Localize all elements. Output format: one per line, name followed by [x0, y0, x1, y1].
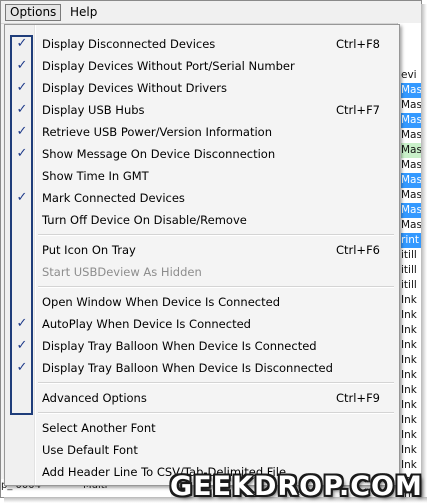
list-item: Ink — [401, 354, 417, 366]
list-item: Ink — [401, 339, 417, 351]
list-item: Ink — [401, 444, 417, 456]
menu-item-display-tray-balloon-when-device-is-connected[interactable]: ✓ Display Tray Balloon When Device Is Con… — [7, 335, 397, 357]
list-item: itill — [401, 249, 417, 261]
menu-item-display-disconnected-devices[interactable]: ✓ Display Disconnected Devices Ctrl+F8 — [7, 33, 397, 55]
menu-item-label: Select Another Font — [42, 421, 156, 435]
list-item: Mas — [401, 113, 421, 128]
checkmark-icon — [15, 441, 29, 458]
menu-item-label: Use Default Font — [42, 443, 138, 457]
menu-item-label: Retrieve USB Power/Version Information — [42, 125, 273, 139]
menu-item-turn-off-device-on-disable-remove[interactable]: Turn Off Device On Disable/Remove — [7, 209, 397, 231]
app-window: Options Help evi Mas Mas Mas Mas Mas Mas Mas Mas… — [0, 0, 422, 498]
list-item: rint — [401, 233, 421, 248]
menu-item-display-devices-without-port-serial-number[interactable]: ✓ Display Devices Without Port/Serial Num… — [7, 55, 397, 77]
menu-options[interactable]: Options — [5, 4, 62, 21]
checkmark-icon — [15, 241, 29, 258]
screenshot-shadow — [421, 4, 427, 503]
menu-item-label: Start USBDeview As Hidden — [42, 265, 202, 279]
menu-item-shortcut: Ctrl+F8 — [335, 37, 380, 51]
checkmark-icon: ✓ — [16, 146, 28, 161]
watermark-text: GEEKDROP.COM — [170, 471, 423, 502]
list-item: itill — [401, 279, 417, 291]
list-item: Ink — [401, 429, 417, 441]
menu-item-select-another-font[interactable]: Select Another Font — [7, 417, 397, 439]
menu-item-label: Mark Connected Devices — [42, 191, 185, 205]
checkmark-icon — [15, 293, 29, 310]
menu-separator — [38, 286, 394, 288]
menu-item-label: Display USB Hubs — [42, 103, 145, 117]
menu-item-shortcut: Ctrl+F9 — [335, 391, 380, 405]
menu-item-label: Turn Off Device On Disable/Remove — [42, 213, 247, 227]
menu-item-label: Display Devices Without Port/Serial Numb… — [42, 59, 295, 73]
menu-item-display-usb-hubs[interactable]: ✓ Display USB Hubs Ctrl+F7 — [7, 99, 397, 121]
list-item: Ink — [401, 399, 417, 411]
list-item: Ink — [401, 324, 417, 336]
checkmark-icon — [15, 211, 29, 228]
list-item: Mas — [401, 189, 422, 201]
list-item: Ink — [401, 369, 417, 381]
menu-item-label: Display Devices Without Drivers — [42, 81, 227, 95]
menu-item-shortcut: Ctrl+F7 — [335, 103, 380, 117]
menu-item-show-message-on-device-disconnection[interactable]: ✓ Show Message On Device Disconnection — [7, 143, 397, 165]
checkmark-icon — [15, 389, 29, 406]
checkmark-icon: ✓ — [16, 124, 28, 139]
menu-item-display-devices-without-drivers[interactable]: ✓ Display Devices Without Drivers — [7, 77, 397, 99]
list-item: Mas — [401, 203, 421, 218]
list-item: Ink — [401, 414, 417, 426]
checkmark-icon: ✓ — [16, 190, 28, 205]
list-item: Ink — [401, 294, 417, 306]
list-item: Mas — [401, 159, 422, 171]
menu-item-label: AutoPlay When Device Is Connected — [42, 317, 251, 331]
list-item: Mas — [401, 143, 421, 158]
geekdrop-watermark: GEEKDROP.COM — [170, 471, 423, 503]
menu-bar: Options Help — [1, 1, 421, 24]
list-item: Ink — [401, 384, 417, 396]
menu-item-retrieve-usb-power-version-information[interactable]: ✓ Retrieve USB Power/Version Information — [7, 121, 397, 143]
list-item: Ink — [401, 309, 417, 321]
menu-item-label: Show Message On Device Disconnection — [42, 147, 276, 161]
checkmark-icon: ✓ — [16, 360, 28, 375]
menu-item-shortcut: Ctrl+F6 — [335, 243, 380, 257]
checkmark-icon — [15, 263, 29, 280]
menu-item-autoplay-when-device-is-connected[interactable]: ✓ AutoPlay When Device Is Connected — [7, 313, 397, 335]
menu-item-advanced-options[interactable]: Advanced Options Ctrl+F9 — [7, 387, 397, 409]
menu-item-label: Advanced Options — [42, 391, 147, 405]
checkmark-icon: ✓ — [16, 58, 28, 73]
checkmark-icon: ✓ — [16, 102, 28, 117]
menu-item-label: Put Icon On Tray — [42, 243, 136, 257]
menu-item-display-tray-balloon-when-device-is-disconnected[interactable]: ✓ Display Tray Balloon When Device Is Dis… — [7, 357, 397, 379]
list-item: itill — [401, 264, 417, 276]
menu-item-label: Open Window When Device Is Connected — [42, 295, 280, 309]
menu-item-put-icon-on-tray[interactable]: Put Icon On Tray Ctrl+F6 — [7, 239, 397, 261]
list-item: Mas — [401, 83, 421, 98]
menu-item-label: Display Tray Balloon When Device Is Conn… — [42, 339, 317, 353]
menu-item-open-window-when-device-is-connected[interactable]: Open Window When Device Is Connected — [7, 291, 397, 313]
list-item: evi — [401, 69, 417, 81]
menu-help[interactable]: Help — [65, 4, 102, 21]
menu-separator — [38, 412, 394, 414]
checkmark-icon — [15, 167, 29, 184]
checkmark-icon — [15, 419, 29, 436]
menu-item-start-usbdeview-as-hidden: Start USBDeview As Hidden — [7, 261, 397, 283]
checkmark-icon: ✓ — [16, 338, 28, 353]
list-item: Mas — [401, 173, 421, 188]
menu-item-label: Show Time In GMT — [42, 169, 149, 183]
menu-item-use-default-font[interactable]: Use Default Font — [7, 439, 397, 461]
checkmark-icon: ✓ — [16, 36, 28, 51]
options-dropdown-menu: ✓ Display Disconnected Devices Ctrl+F8 ✓ Dis… — [4, 24, 400, 486]
list-item: Mas — [401, 99, 422, 111]
checkmark-icon: ✓ — [16, 80, 28, 95]
list-item: Mas — [401, 219, 422, 231]
menu-item-mark-connected-devices[interactable]: ✓ Mark Connected Devices — [7, 187, 397, 209]
menu-item-label: Display Tray Balloon When Device Is Disc… — [42, 361, 333, 375]
checkmark-icon: ✓ — [16, 316, 28, 331]
menu-separator — [38, 382, 394, 384]
menu-item-label: Display Disconnected Devices — [42, 37, 216, 51]
device-list-background: evi Mas Mas Mas Mas Mas Mas Mas Mas Mas Mas rint iti… — [397, 23, 422, 497]
list-item: Mas — [401, 129, 422, 141]
menu-item-show-time-in-gmt[interactable]: Show Time In GMT — [7, 165, 397, 187]
checkmark-icon — [15, 463, 29, 480]
menu-separator — [38, 234, 394, 236]
